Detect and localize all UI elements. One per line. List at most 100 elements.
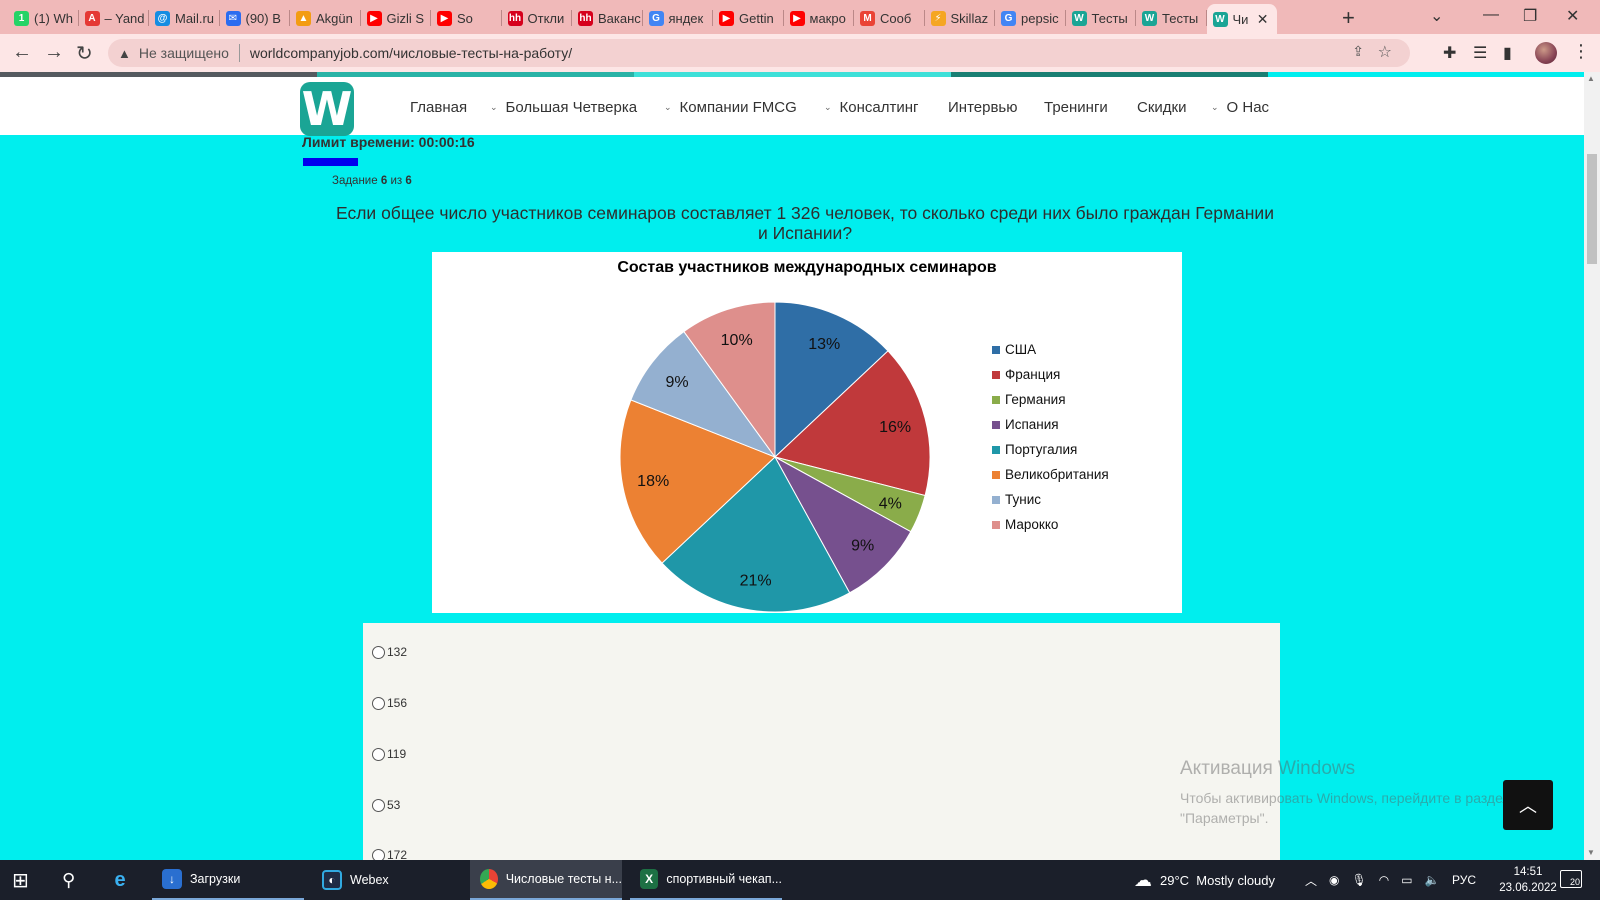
close-tab-icon[interactable]: ✕	[1257, 11, 1269, 28]
volume-icon[interactable]: 🔈	[1425, 873, 1440, 887]
url-field[interactable]: ▲ Не защищено worldcompanyjob.com/числов…	[108, 39, 1410, 67]
microphone-icon[interactable]: 🎙	[1352, 873, 1367, 887]
menu-item-trainings[interactable]: Тренинги	[1044, 99, 1108, 116]
chevron-up-icon: ︿	[1519, 796, 1537, 816]
whatsapp-icon: 1	[14, 10, 29, 26]
close-window-icon[interactable]: ✕	[1566, 6, 1579, 26]
chevron-up-icon[interactable]: ︿	[1305, 872, 1317, 889]
task-of: из	[390, 175, 403, 187]
browser-menu-icon[interactable]: ⋮	[1572, 41, 1590, 62]
browser-tab[interactable]: Gpepsic	[995, 4, 1066, 32]
skillaz-icon: ⚡	[930, 10, 946, 26]
browser-tab[interactable]: hh Откли	[502, 4, 572, 32]
menu-item-big-four[interactable]: ⌄ Большая Четверка	[490, 99, 637, 116]
radio-button[interactable]	[372, 747, 385, 761]
language-indicator[interactable]: РУС	[1452, 860, 1476, 900]
wifi-icon[interactable]: ◠	[1379, 873, 1389, 887]
tab-title: Тесты	[1091, 10, 1128, 26]
pie-chart: Состав участников международных семинаро…	[432, 252, 1182, 613]
chevron-down-icon: ⌄	[490, 102, 498, 112]
browser-tab[interactable]: Gяндек	[643, 4, 713, 32]
scroll-to-top-button[interactable]: ︿	[1503, 780, 1553, 830]
browser-tab[interactable]: ▶ Gizli S	[361, 4, 431, 32]
radio-button[interactable]	[372, 696, 385, 710]
browser-tab[interactable]: hh Ваканс	[572, 4, 643, 32]
browser-tab[interactable]: M Сооб	[854, 4, 925, 32]
watermark-title: Активация Windows	[1180, 758, 1356, 779]
browser-tab[interactable]: W Тесты	[1136, 4, 1207, 32]
slice-data-label: 21%	[740, 572, 772, 589]
menu-item-discounts[interactable]: Скидки	[1137, 99, 1186, 116]
browser-tab[interactable]: ▶ So	[431, 4, 502, 32]
logo-letter: W	[301, 82, 353, 136]
restore-icon[interactable]: ❐	[1523, 6, 1537, 26]
browser-tab[interactable]: ✉ (90) B	[220, 4, 290, 32]
browser-tab[interactable]: W Чи ✕	[1206, 4, 1277, 34]
menu-item-fmcg[interactable]: ⌄ Компании FMCG	[664, 99, 797, 116]
tab-title: pepsic	[1021, 10, 1059, 26]
taskbar-app-webex[interactable]: ◐ Webex	[312, 860, 464, 900]
address-bar: ← → ↻ ▲ Не защищено worldcompanyjob.com/…	[0, 34, 1600, 72]
menu-item-home[interactable]: Главная	[410, 99, 467, 116]
browser-tab[interactable]: ▶ Gettin	[713, 4, 784, 32]
side-panel-icon[interactable]: ▮	[1503, 43, 1512, 63]
browser-tab[interactable]: ▶ макро	[784, 4, 854, 32]
scroll-down-icon[interactable]: ▼	[1587, 848, 1595, 857]
menu-item-interview[interactable]: Интервью	[948, 99, 1018, 116]
warning-icon[interactable]: ▲	[118, 46, 131, 61]
chevron-down-icon: ⌄	[1211, 102, 1219, 112]
scrollbar-thumb[interactable]	[1587, 154, 1597, 264]
tab-title: Чи	[1232, 11, 1249, 27]
worldcompanyjob-icon: W	[1212, 11, 1228, 27]
tab-title: Сооб	[880, 10, 912, 26]
meet-now-icon[interactable]: ◉	[1329, 873, 1339, 887]
taskbar-app-excel[interactable]: X спортивный чекап...	[630, 860, 782, 900]
browser-tab[interactable]: 1 (1) Wh	[8, 4, 79, 32]
taskbar-app-downloads[interactable]: ↓ Загрузки	[152, 860, 304, 900]
answer-option[interactable]: 119	[372, 747, 406, 761]
battery-icon[interactable]: ▭	[1401, 873, 1412, 887]
browser-tab[interactable]: W Тесты	[1066, 4, 1136, 32]
bookmark-star-icon[interactable]: ☆	[1378, 42, 1392, 62]
notifications-icon[interactable]: 20	[1560, 870, 1582, 888]
site-logo[interactable]: W	[300, 82, 354, 136]
slice-data-label: 9%	[665, 374, 688, 391]
legend-swatch	[992, 521, 1000, 529]
reload-icon[interactable]: ↻	[76, 41, 93, 66]
answer-options: 132 156 119 53 172	[363, 623, 1280, 863]
option-label: 156	[387, 696, 408, 710]
chevron-down-icon: ⌄	[824, 102, 832, 112]
legend-entry: США	[1005, 342, 1036, 357]
extensions-icon[interactable]: ✚	[1443, 43, 1456, 63]
radio-button[interactable]	[372, 645, 385, 659]
search-icon[interactable]: ⚲	[62, 860, 75, 900]
new-tab-button[interactable]: +	[1342, 5, 1355, 31]
radio-button[interactable]	[372, 798, 385, 812]
reading-list-icon[interactable]: ☰	[1473, 43, 1487, 63]
menu-item-consulting[interactable]: ⌄ Консалтинг	[824, 99, 919, 116]
browser-tab[interactable]: ⚡ Skillaz	[925, 4, 995, 32]
browser-tab[interactable]: A – Yand	[79, 4, 149, 32]
taskbar-app-chrome[interactable]: Числовые тесты н...	[470, 860, 622, 900]
internet-explorer-icon[interactable]: e	[110, 860, 130, 900]
answer-option[interactable]: 132	[372, 645, 407, 659]
start-icon[interactable]: ⊞	[12, 860, 29, 900]
scroll-up-icon[interactable]: ▲	[1587, 74, 1595, 83]
forward-icon[interactable]: →	[44, 41, 64, 64]
menu-label: Главная	[410, 99, 468, 116]
profile-avatar[interactable]	[1535, 42, 1557, 64]
tab-search-icon[interactable]: ⌄	[1430, 6, 1443, 26]
minimize-icon[interactable]: —	[1483, 6, 1499, 24]
page-scrollbar[interactable]: ▲ ▼	[1584, 72, 1600, 860]
excel-icon: X	[640, 869, 659, 889]
browser-tab[interactable]: @ Mail.ru	[149, 4, 220, 32]
share-icon[interactable]: ⇪	[1352, 43, 1364, 60]
answer-option[interactable]: 53	[372, 798, 400, 812]
weather-widget[interactable]: ☁ 29°C Mostly cloudy	[1134, 860, 1275, 900]
answer-option[interactable]: 156	[372, 696, 407, 710]
menu-item-about[interactable]: ⌄ О Нас	[1211, 99, 1269, 116]
legend-swatch	[992, 396, 1000, 404]
back-icon[interactable]: ←	[12, 41, 32, 64]
clock[interactable]: 14:51 23.06.2022	[1488, 864, 1568, 896]
browser-tab[interactable]: ▲ Akgün	[290, 4, 361, 32]
